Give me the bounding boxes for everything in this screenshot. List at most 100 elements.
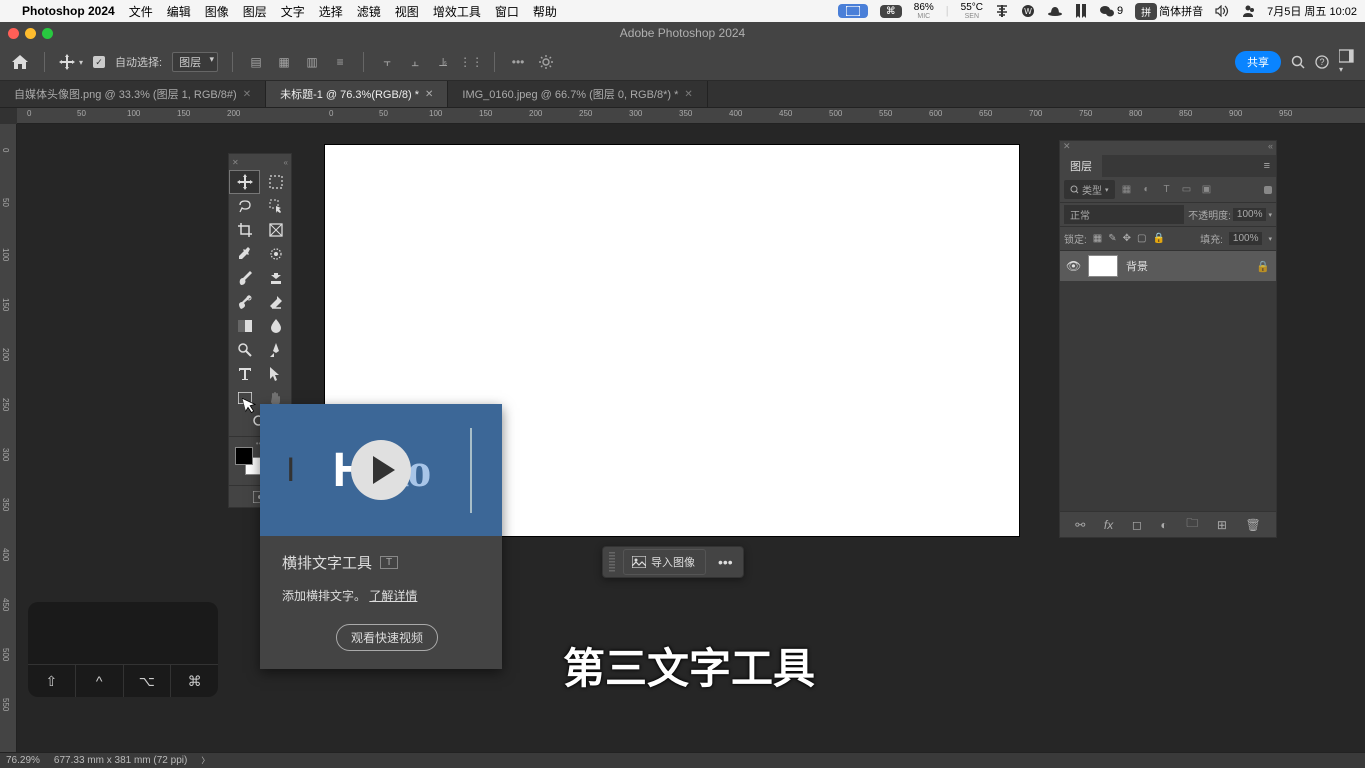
drag-handle[interactable] <box>609 552 615 572</box>
auto-select-target-dropdown[interactable]: 图层 <box>172 52 218 72</box>
lock-transparency-icon[interactable]: ▦ <box>1093 233 1102 244</box>
document-tab[interactable]: 未标题-1 @ 76.3%(RGB/8) * ✕ <box>266 81 448 107</box>
home-button[interactable] <box>10 52 30 72</box>
align-distribute-icon[interactable]: ≡ <box>331 53 349 71</box>
menu-type[interactable]: 文字 <box>281 3 305 20</box>
menu-layer[interactable]: 图层 <box>243 3 267 20</box>
toolbox-collapse-icon[interactable]: « <box>284 158 288 167</box>
play-icon[interactable] <box>351 440 411 500</box>
history-brush-tool[interactable] <box>229 290 260 314</box>
textedit-icon[interactable] <box>995 4 1009 18</box>
tab-close-icon[interactable]: ✕ <box>425 89 433 100</box>
temp-indicator[interactable]: 55°C SEN <box>961 3 983 20</box>
window-close-button[interactable] <box>8 28 19 39</box>
adjustment-layer-icon[interactable]: ◐ <box>1160 518 1167 532</box>
menu-file[interactable]: 文件 <box>129 3 153 20</box>
bookmark-icon[interactable] <box>1075 4 1087 18</box>
import-image-button[interactable]: 导入图像 <box>623 549 706 575</box>
option-key-icon[interactable]: ⌥ <box>124 665 172 697</box>
app-name-menu[interactable]: Photoshop 2024 <box>22 4 115 18</box>
zoom-level[interactable]: 76.29% <box>6 755 40 766</box>
vertical-ruler[interactable]: 0 50 100 150 200 250 300 350 400 450 500… <box>0 124 17 752</box>
layer-thumbnail[interactable] <box>1088 255 1118 277</box>
blend-mode-dropdown[interactable]: 正常 <box>1064 205 1184 224</box>
dodge-tool[interactable] <box>229 338 260 362</box>
filter-toggle[interactable] <box>1264 186 1272 194</box>
datetime[interactable]: 7月5日 周五 10:02 <box>1267 3 1357 19</box>
wordpress-icon[interactable]: W <box>1021 4 1035 18</box>
layer-name[interactable]: 背景 <box>1126 258 1148 274</box>
share-button[interactable]: 共享 <box>1235 51 1281 73</box>
pen-tool[interactable] <box>260 338 291 362</box>
move-tool-indicator[interactable]: ▾ <box>59 54 83 70</box>
align-left-icon[interactable]: ▤ <box>247 53 265 71</box>
wechat-indicator[interactable]: 9 <box>1099 4 1123 18</box>
screen-record-indicator[interactable] <box>838 4 868 18</box>
layer-group-icon[interactable]: 🗀 <box>1186 514 1198 535</box>
align-bottom-icon[interactable]: ⫡ <box>434 53 452 71</box>
spot-heal-tool[interactable] <box>260 242 291 266</box>
gradient-tool[interactable] <box>229 314 260 338</box>
quick-select-tool[interactable] <box>260 194 291 218</box>
workspace-switcher-icon[interactable]: ▾ <box>1339 49 1357 75</box>
filter-smartobj-icon[interactable]: ▣ <box>1199 182 1215 198</box>
menu-plugins[interactable]: 增效工具 <box>433 3 481 20</box>
filter-pixel-icon[interactable]: ▦ <box>1119 182 1135 198</box>
menu-filter[interactable]: 滤镜 <box>357 3 381 20</box>
align-vcenter-icon[interactable]: ⫠ <box>406 53 424 71</box>
window-zoom-button[interactable] <box>42 28 53 39</box>
tooltip-video-preview[interactable]: Ⅰ Hello <box>260 404 502 536</box>
blur-tool[interactable] <box>260 314 291 338</box>
delete-layer-icon[interactable]: 🗑 <box>1245 518 1260 532</box>
user-icon[interactable] <box>1241 4 1255 18</box>
command-key-icon[interactable]: ⌘ <box>171 665 218 697</box>
lasso-tool[interactable] <box>229 194 260 218</box>
type-tool[interactable] <box>229 362 260 386</box>
path-select-tool[interactable] <box>260 362 291 386</box>
document-info[interactable]: 677.33 mm x 381 mm (72 ppi) <box>54 755 187 766</box>
filter-adjustment-icon[interactable]: ◐ <box>1139 182 1155 198</box>
shift-key-icon[interactable]: ⇧ <box>28 665 76 697</box>
tab-close-icon[interactable]: ✕ <box>684 89 692 100</box>
help-icon[interactable]: ? <box>1315 55 1329 69</box>
menu-help[interactable]: 帮助 <box>533 3 557 20</box>
layers-tab[interactable]: 图层 <box>1060 155 1102 177</box>
menu-edit[interactable]: 编辑 <box>167 3 191 20</box>
lock-all-icon[interactable]: 🔒 <box>1152 233 1164 244</box>
foreground-color-swatch[interactable] <box>235 447 253 465</box>
gear-icon[interactable] <box>537 53 555 71</box>
toolbox-close-icon[interactable]: ✕ <box>232 158 239 167</box>
menu-select[interactable]: 选择 <box>319 3 343 20</box>
layer-visibility-icon[interactable]: 👁 <box>1066 259 1080 273</box>
new-layer-icon[interactable]: ⊞ <box>1217 518 1227 532</box>
clone-stamp-tool[interactable] <box>260 266 291 290</box>
input-method[interactable]: 拼 简体拼音 <box>1135 3 1203 20</box>
menu-view[interactable]: 视图 <box>395 3 419 20</box>
window-minimize-button[interactable] <box>25 28 36 39</box>
filter-type-icon[interactable]: T <box>1159 182 1175 198</box>
fill-value[interactable]: 100% <box>1229 232 1263 245</box>
lock-artboard-icon[interactable]: ▢ <box>1137 233 1146 244</box>
document-tab[interactable]: 自媒体头像图.png @ 33.3% (图层 1, RGB/8#) ✕ <box>0 81 266 107</box>
align-hcenter-icon[interactable]: ▦ <box>275 53 293 71</box>
frame-tool[interactable] <box>260 218 291 242</box>
layer-row[interactable]: 👁 背景 🔒 <box>1060 251 1276 281</box>
panel-menu-icon[interactable]: ≡ <box>1264 160 1276 172</box>
volume-icon[interactable] <box>1215 5 1229 17</box>
context-more-button[interactable]: ••• <box>710 550 741 574</box>
align-top-icon[interactable]: ⫟ <box>378 53 396 71</box>
marquee-tool[interactable] <box>260 170 291 194</box>
tab-close-icon[interactable]: ✕ <box>243 89 251 100</box>
learn-more-link[interactable]: 了解详情 <box>369 589 417 603</box>
watch-video-button[interactable]: 观看快速视频 <box>336 624 438 651</box>
eraser-tool[interactable] <box>260 290 291 314</box>
search-icon[interactable] <box>1291 55 1305 69</box>
hat-icon[interactable] <box>1047 4 1063 18</box>
control-key-icon[interactable]: ^ <box>76 665 124 697</box>
move-tool[interactable] <box>229 170 260 194</box>
crop-tool[interactable] <box>229 218 260 242</box>
link-layers-icon[interactable]: ⚯ <box>1075 518 1085 532</box>
layer-fx-icon[interactable]: fx <box>1104 518 1113 532</box>
lock-icon[interactable]: 🔒 <box>1256 260 1270 273</box>
menu-window[interactable]: 窗口 <box>495 3 519 20</box>
